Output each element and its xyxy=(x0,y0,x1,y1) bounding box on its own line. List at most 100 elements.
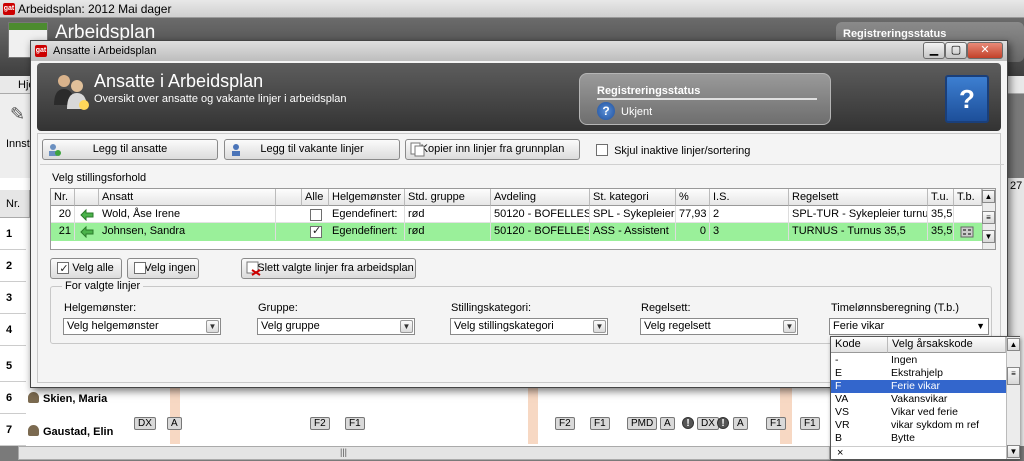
group-select[interactable]: Velg gruppe ▼ xyxy=(257,318,415,335)
dropdown-header-reason[interactable]: Velg årsakskode xyxy=(888,337,1006,353)
dropdown-option[interactable]: VS Vikar ved ferie xyxy=(831,406,1006,419)
dialog-title: Ansatte i Arbeidsplan xyxy=(53,45,157,57)
add-employees-button[interactable]: Legg til ansatte xyxy=(42,139,218,160)
chevron-down-icon[interactable]: ▼ xyxy=(593,320,606,333)
calculator-icon[interactable] xyxy=(960,226,974,238)
scroll-up-icon[interactable]: ▲ xyxy=(982,190,995,203)
column-header-blank[interactable] xyxy=(276,189,302,206)
shift-chip[interactable]: F1 xyxy=(766,417,786,430)
option-code: - xyxy=(835,354,839,366)
question-icon: ? xyxy=(597,102,615,120)
group-legend: For valgte linjer xyxy=(62,280,144,292)
dropdown-option[interactable]: B Bytte xyxy=(831,432,1006,445)
checkbox-box[interactable] xyxy=(596,144,608,156)
shift-chip[interactable]: F1 xyxy=(590,417,610,430)
shift-chip[interactable]: F2 xyxy=(310,417,330,430)
add-employees-label: Legg til ansatte xyxy=(92,143,168,155)
scroll-thumb[interactable]: ≡ xyxy=(982,211,995,224)
shift-chip[interactable]: DX xyxy=(697,417,719,430)
hourly-wage-select[interactable]: Ferie vikar ▼ xyxy=(829,318,989,335)
dropdown-scrollbar[interactable] xyxy=(1006,337,1020,459)
option-label: Vakansvikar xyxy=(891,393,948,405)
column-header[interactable]: Helgemønster xyxy=(329,189,405,206)
shift-chip[interactable]: F2 xyxy=(555,417,575,430)
grid-row-number: 6 xyxy=(0,382,26,414)
chevron-down-icon[interactable]: ▼ xyxy=(400,320,413,333)
shift-chip[interactable]: F1 xyxy=(345,417,365,430)
info-dot-icon: ! xyxy=(717,417,729,429)
row-select-checkbox[interactable] xyxy=(310,209,322,222)
grid-horizontal-scrollbar[interactable] xyxy=(18,446,830,460)
column-header[interactable]: T.u. xyxy=(928,189,954,206)
grid-weekend-column xyxy=(780,388,792,444)
scroll-down-icon[interactable]: ▼ xyxy=(982,230,995,243)
column-header[interactable]: Avdeling xyxy=(491,189,590,206)
shift-chip[interactable]: A xyxy=(167,417,182,430)
employee-status-icon xyxy=(80,225,94,239)
column-header[interactable]: Regelsett xyxy=(789,189,928,206)
dropdown-option[interactable]: E Ekstrahjelp xyxy=(831,367,1006,380)
help-book-icon[interactable]: ? xyxy=(945,75,989,123)
gat-logo-icon: gat xyxy=(3,3,15,15)
minimize-button[interactable]: ▁ xyxy=(923,42,945,59)
scroll-up-icon[interactable]: ▲ xyxy=(1007,338,1020,351)
cell-category: ASS - Assistent xyxy=(590,223,676,240)
column-header[interactable]: % xyxy=(676,189,710,206)
position-category-select[interactable]: Velg stillingskategori ▼ xyxy=(450,318,608,335)
scroll-thumb[interactable]: ≡ xyxy=(1007,367,1020,385)
wrench-icon[interactable]: ✎ xyxy=(10,104,32,126)
cell-employee: Wold, Åse Irene xyxy=(99,206,276,223)
dropdown-header-code[interactable]: Kode xyxy=(831,337,888,353)
scroll-grip-icon[interactable]: ||| xyxy=(340,447,347,457)
grid-person-row[interactable]: Skien, Maria xyxy=(28,392,107,405)
chevron-down-icon[interactable]: ▼ xyxy=(783,320,796,333)
chevron-down-icon[interactable]: ▼ xyxy=(206,320,219,333)
weekend-pattern-select[interactable]: Velg helgemønster ▼ xyxy=(63,318,221,335)
dropdown-option[interactable]: - Ingen xyxy=(831,354,1006,367)
delete-selected-button[interactable]: Slett valgte linjer fra arbeidsplan xyxy=(241,258,416,279)
column-header[interactable]: St. kategori xyxy=(590,189,676,206)
cell-weekend-pattern: Egendefinert: xyxy=(329,223,405,240)
person-icon xyxy=(232,144,240,156)
column-header[interactable]: Nr. xyxy=(51,189,75,206)
select-all-button[interactable]: Velg alle xyxy=(50,258,122,279)
dialog-titlebar[interactable] xyxy=(31,41,1007,61)
shift-chip[interactable]: A xyxy=(733,417,748,430)
dropdown-clear[interactable]: × xyxy=(831,446,1006,459)
column-header[interactable]: Ansatt xyxy=(99,189,276,206)
row-select-checkbox[interactable] xyxy=(310,226,322,238)
copy-from-base-button[interactable]: Kopier inn linjer fra grunnplan xyxy=(405,139,580,160)
ruleset-select[interactable]: Velg regelsett ▼ xyxy=(640,318,798,335)
scroll-down-icon[interactable]: ▼ xyxy=(1007,445,1020,458)
maximize-button[interactable]: ▢ xyxy=(945,42,967,59)
hourly-wage-label: Timelønnsberegning (T.b.) xyxy=(831,302,959,314)
hide-inactive-checkbox[interactable]: Skjul inaktive linjer/sortering xyxy=(596,144,750,157)
column-header[interactable]: I.S. xyxy=(710,189,789,206)
close-button[interactable]: ✕ xyxy=(967,42,1003,59)
shift-chip[interactable]: PMD xyxy=(627,417,658,430)
column-header-icon[interactable] xyxy=(75,189,99,206)
dropdown-arrow-icon[interactable]: ▼ xyxy=(976,319,985,334)
select-none-button[interactable]: Velg ingen xyxy=(127,258,199,279)
shift-chip[interactable]: F1 xyxy=(800,417,820,430)
option-code: F xyxy=(835,380,842,392)
gat-logo-icon: gat xyxy=(35,45,47,57)
grid-row-number: 4 xyxy=(0,314,26,346)
column-header[interactable]: T.b. xyxy=(954,189,982,206)
column-header[interactable]: Alle xyxy=(302,189,329,206)
ruleset-label: Regelsett: xyxy=(641,302,691,314)
weekend-pattern-label: Helgemønster: xyxy=(64,302,137,314)
ribbon-settings-label[interactable]: Innst xyxy=(6,138,30,150)
dropdown-option[interactable]: VA Vakansvikar xyxy=(831,393,1006,406)
shift-chip[interactable]: DX xyxy=(134,417,156,430)
dropdown-option[interactable]: VR vikar sykdom m ref xyxy=(831,419,1006,432)
grid-row-number: 7 xyxy=(0,414,26,446)
column-header[interactable]: Std. gruppe xyxy=(405,189,491,206)
person-name: Skien, Maria xyxy=(43,393,108,405)
person-icon xyxy=(28,425,39,436)
shift-chip[interactable]: A xyxy=(660,417,675,430)
dropdown-option-selected[interactable]: F Ferie vikar xyxy=(831,380,1006,393)
add-vacant-lines-button[interactable]: Legg til vakante linjer xyxy=(224,139,400,160)
grid-person-row[interactable]: Gaustad, Elin xyxy=(28,425,113,438)
option-code: VR xyxy=(835,419,850,431)
